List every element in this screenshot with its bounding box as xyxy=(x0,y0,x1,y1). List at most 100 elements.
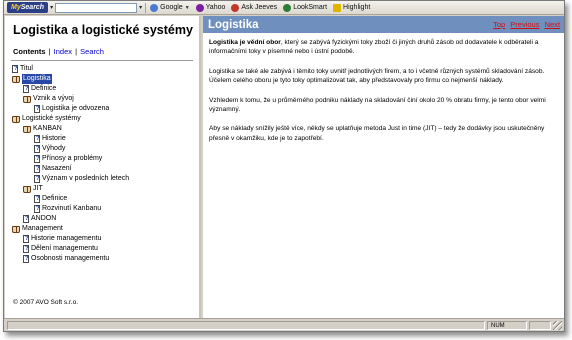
help-page-icon xyxy=(34,194,40,204)
help-page-icon xyxy=(34,164,40,174)
search-input[interactable] xyxy=(55,2,138,13)
highlight-label: Highlight xyxy=(343,4,371,11)
tree-item-label: Definice xyxy=(31,85,57,92)
help-page-icon xyxy=(34,144,40,154)
tab-index[interactable]: Index xyxy=(54,47,72,56)
help-page-icon xyxy=(23,84,29,94)
book-icon xyxy=(12,225,20,233)
paragraph-text: Logistika se také ale zabývá i těmito to… xyxy=(209,67,545,85)
tree-item[interactable]: Historie managementu xyxy=(5,234,199,244)
book-icon xyxy=(23,125,31,133)
resize-grip-icon[interactable] xyxy=(553,320,562,330)
book-icon xyxy=(12,75,20,83)
tree-item[interactable]: Logistické systémy xyxy=(5,114,199,124)
mysearch-logo[interactable]: MySearch xyxy=(7,2,49,13)
tree-item-label: Výhody xyxy=(42,145,66,152)
topic-navigation: Top Previous Next xyxy=(490,20,560,29)
yahoo-button[interactable]: Yahoo xyxy=(193,2,229,14)
tree-item-label: Definice xyxy=(42,195,68,202)
status-bar: NUM xyxy=(4,318,564,331)
google-dropdown-icon[interactable]: ▼ xyxy=(185,5,190,11)
yahoo-label: Yahoo xyxy=(205,4,226,11)
google-label: Google xyxy=(160,4,183,11)
tree-item[interactable]: Historie xyxy=(5,134,199,144)
tree-item[interactable]: Definice xyxy=(5,194,199,204)
tree-item[interactable]: Logistika je odvozena xyxy=(5,104,199,114)
help-window: MySearch ▾ ▾ Google ▼ Yahoo Ask Jeeves Lo… xyxy=(3,0,565,332)
tab-contents[interactable]: Contents xyxy=(13,47,46,56)
tree-item[interactable]: Vznik a vývoj xyxy=(5,94,199,104)
tree-item[interactable]: Nasazení xyxy=(5,164,199,174)
tree-item[interactable]: Logistika xyxy=(5,74,199,84)
highlight-button[interactable]: Highlight xyxy=(330,2,373,14)
tree-item[interactable]: Osobnosti managementu xyxy=(5,254,199,264)
tree-item[interactable]: Význam v posledních letech xyxy=(5,174,199,184)
content-pane: Logistika Top Previous Next Logistika je… xyxy=(203,16,564,318)
tree-item-label: Logistika je odvozena xyxy=(42,105,110,112)
google-icon xyxy=(150,3,159,12)
tab-search[interactable]: Search xyxy=(80,47,104,56)
looksmart-label: LookSmart xyxy=(293,4,328,11)
contents-tree: TitulLogistikaDefiniceVznik a vývojLogis… xyxy=(5,64,199,264)
help-page-icon xyxy=(34,134,40,144)
tree-item[interactable]: Výhody xyxy=(5,144,199,154)
content-paragraph: Logistika je vědní obor, který se zabývá… xyxy=(209,38,556,57)
tree-item[interactable]: Titul xyxy=(5,64,199,74)
toolbar-separator xyxy=(145,2,147,13)
paragraph-text: Aby se náklady snížily ještě více, někdy… xyxy=(209,125,545,142)
tree-item-label: Význam v posledních letech xyxy=(42,175,130,182)
top-link[interactable]: Top xyxy=(493,20,505,29)
status-message xyxy=(7,320,485,330)
help-page-icon xyxy=(34,174,40,184)
tree-item-label: Nasazení xyxy=(42,165,72,172)
next-link[interactable]: Next xyxy=(545,20,560,29)
tree-item-label: KANBAN xyxy=(33,125,62,132)
book-icon xyxy=(23,185,31,193)
mysearch-toolbar: MySearch ▾ ▾ Google ▼ Yahoo Ask Jeeves Lo… xyxy=(4,1,564,15)
logo-search-text: Search xyxy=(20,4,45,11)
logo-dropdown-icon[interactable]: ▾ xyxy=(50,4,53,11)
previous-link[interactable]: Previous xyxy=(510,20,539,29)
paragraph-text: Vzhledem k tomu, že u průměrného podniku… xyxy=(209,96,546,114)
tree-item-label: JIT xyxy=(33,185,43,192)
content-paragraph: Logistika se také ale zabývá i těmito to… xyxy=(209,67,556,86)
tree-item-label: Logistika xyxy=(22,74,52,84)
nav-separator: | xyxy=(48,47,51,56)
tree-item[interactable]: KANBAN xyxy=(5,124,199,134)
tree-item-label: Osobnosti managementu xyxy=(31,255,110,262)
book-icon xyxy=(23,95,31,103)
yahoo-icon xyxy=(195,3,204,12)
content-paragraph: Aby se náklady snížily ještě více, někdy… xyxy=(209,124,556,143)
tree-item-label: Logistické systémy xyxy=(22,115,81,122)
navigation-pane: Logistika a logistické systémy Contents … xyxy=(5,16,201,318)
document-title: Logistika a logistické systémy xyxy=(13,23,193,37)
page-title: Logistika xyxy=(208,18,259,31)
tree-item-label: Přínosy a problémy xyxy=(42,155,103,162)
content-paragraph: Vzhledem k tomu, že u průměrného podniku… xyxy=(209,96,556,115)
num-lock-indicator: NUM xyxy=(487,320,527,330)
help-page-icon xyxy=(23,234,29,244)
tree-item[interactable]: Rozvinutí Kanbanu xyxy=(5,204,199,214)
google-button[interactable]: Google ▼ xyxy=(147,2,193,14)
help-page-icon xyxy=(34,104,40,114)
logo-my-text: My xyxy=(11,4,21,11)
tree-item[interactable]: ANDON xyxy=(5,214,199,224)
paragraph-lead: Logistika je vědní obor xyxy=(209,39,281,46)
copyright: © 2007 AVO Soft s.r.o. xyxy=(13,299,79,306)
tree-item[interactable]: Definice xyxy=(5,84,199,94)
looksmart-button[interactable]: LookSmart xyxy=(280,2,330,14)
status-panel xyxy=(529,320,551,330)
help-page-icon xyxy=(34,204,40,214)
highlighter-icon xyxy=(333,3,342,12)
search-dropdown-icon[interactable]: ▾ xyxy=(139,4,142,11)
tree-item-label: Management xyxy=(22,225,63,232)
help-page-icon xyxy=(23,214,29,224)
tree-item[interactable]: Dělení managementu xyxy=(5,244,199,254)
tree-item[interactable]: JIT xyxy=(5,184,199,194)
tree-item-label: ANDON xyxy=(31,215,57,222)
ask-jeeves-button[interactable]: Ask Jeeves xyxy=(228,2,280,14)
tree-item[interactable]: Přínosy a problémy xyxy=(5,154,199,164)
tree-item[interactable]: Management xyxy=(5,224,199,234)
tree-item-label: Dělení managementu xyxy=(31,245,98,252)
nav-tabs: Contents | Index | Search xyxy=(5,37,199,56)
